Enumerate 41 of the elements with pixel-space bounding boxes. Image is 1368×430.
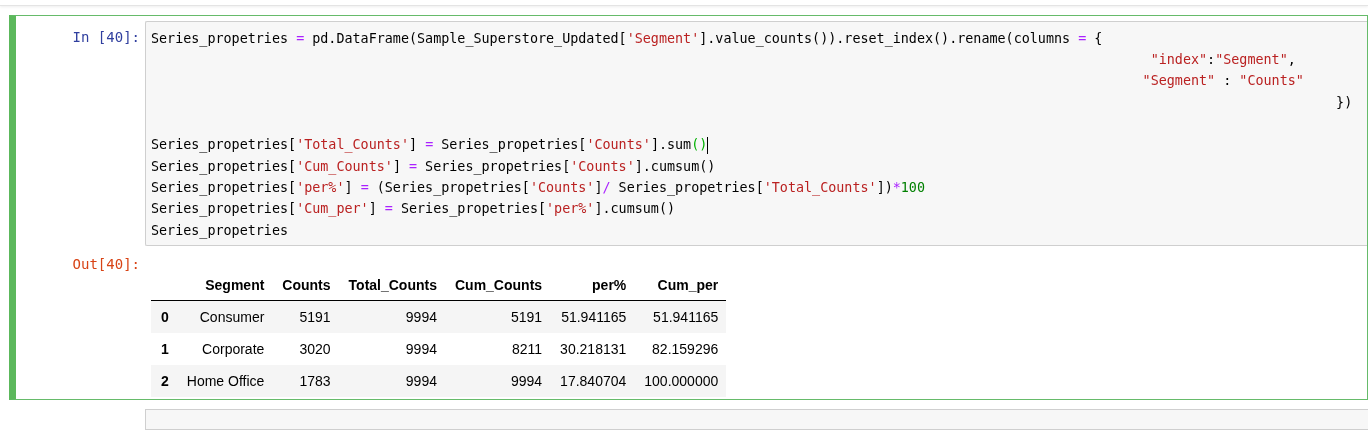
code-line: "Segment" : "Counts": [1141, 72, 1305, 91]
column-header: Segment: [176, 269, 273, 301]
table-cell: 1783: [272, 364, 339, 397]
table-cell: 100.000000: [634, 364, 727, 397]
table-cell: 3020: [272, 332, 339, 365]
table-cell: Home Office: [176, 364, 273, 397]
table-cell: 51.941165: [634, 300, 727, 333]
code-line: Series_propetries['per%'] = (Series_propetries['Counts']/ Series_propetries['Total_Counts'])*100: [151, 178, 926, 198]
text-cursor: [707, 136, 709, 154]
row-index: 0: [151, 300, 177, 333]
table-cell: 9994: [338, 364, 445, 397]
table-cell: 9994: [444, 364, 551, 397]
table-cell: 9994: [338, 300, 445, 333]
table-cell: 5191: [272, 300, 339, 333]
column-header: per%: [550, 269, 635, 301]
table-cell: 30.218131: [550, 332, 635, 365]
notebook-cell[interactable]: [9, 14, 1368, 400]
column-header: Total_Counts: [338, 269, 445, 301]
code-line: "index":"Segment",: [1149, 51, 1297, 70]
table-cell: 5191: [444, 300, 551, 333]
column-header: Cum_Counts: [444, 269, 551, 301]
table-cell: 8211: [444, 332, 551, 365]
code-line: Series_propetries: [151, 221, 290, 241]
column-header: Cum_per: [634, 269, 727, 301]
code-line: Series_propetries['Cum_Counts'] = Series_propetries['Counts'].cumsum(): [151, 157, 717, 177]
code-editor[interactable]: [145, 20, 1367, 246]
row-index: 1: [151, 332, 177, 365]
input-prompt: In [40]:: [71, 27, 141, 47]
column-header: Counts: [272, 269, 339, 301]
table-cell: Corporate: [176, 332, 273, 365]
table-cell: 9994: [338, 332, 445, 365]
code-line: }): [1335, 93, 1354, 112]
code-line: Series_propetries['Cum_per'] = Series_propetries['per%'].cumsum(): [151, 200, 677, 219]
table-cell: Consumer: [176, 300, 273, 333]
row-index: 2: [151, 364, 177, 397]
table-cell: 17.840704: [550, 364, 635, 397]
table-cell: 51.941165: [550, 300, 635, 333]
output-prompt: Out[40]:: [71, 254, 141, 274]
table-cell: 82.159296: [634, 332, 727, 365]
code-line: Series_propetries['Total_Counts'] = Series_propetries['Counts'].sum(): [151, 135, 710, 156]
code-line: Series_propetries = pd.DataFrame(Sample_Superstore_Updated['Segment'].value_counts()).reset_index().rename(columns = {: [151, 29, 1104, 49]
